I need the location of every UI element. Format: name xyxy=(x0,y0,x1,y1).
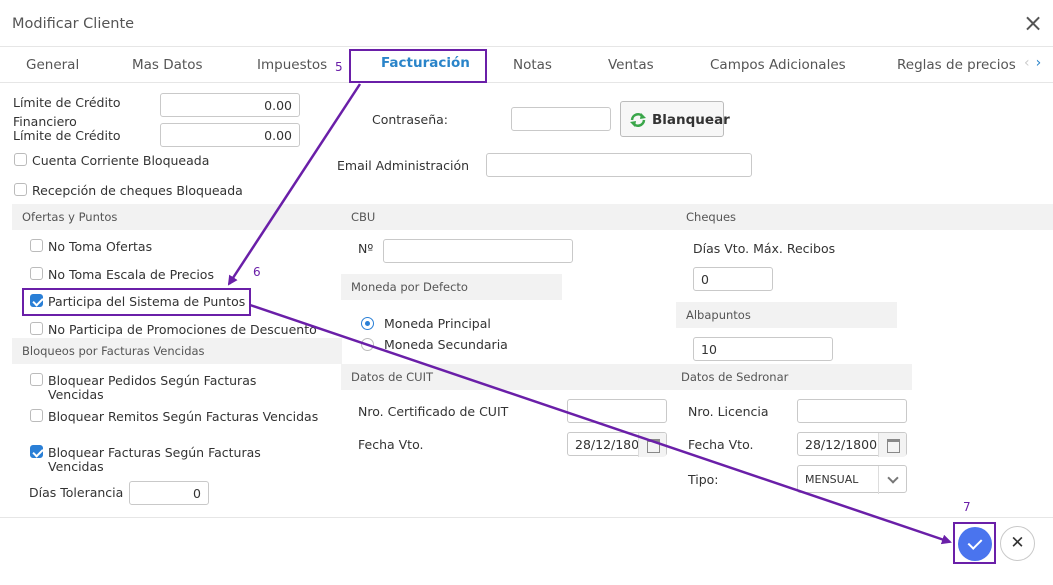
cuit-fecha-input[interactable]: 28/12/180 xyxy=(567,432,667,457)
bloquear-facturas-checkbox[interactable] xyxy=(30,445,43,458)
arrow-to-confirm xyxy=(249,303,952,545)
limite-credito-input[interactable] xyxy=(160,93,300,117)
bloquear-pedidos-label: Bloquear Pedidos Según Facturas xyxy=(48,373,257,388)
bloqueos-section-header: Bloqueos por Facturas Vencidas xyxy=(12,338,342,364)
no-toma-escala-checkbox[interactable] xyxy=(30,267,43,280)
sedronar-fecha-label: Fecha Vto. xyxy=(688,437,754,452)
password-input[interactable] xyxy=(511,107,611,131)
bloquear-remitos-label: Bloquear Remitos Según Facturas Vencidas xyxy=(48,409,319,424)
sedronar-tipo-label: Tipo: xyxy=(688,472,719,487)
albapuntos-section-header: Albapuntos xyxy=(676,302,897,328)
refresh-icon xyxy=(630,113,646,127)
tab-reglas-precios[interactable]: Reglas de precios xyxy=(897,57,1016,73)
tab-impuestos[interactable]: Impuestos xyxy=(257,57,327,73)
cuit-cert-label: Nro. Certificado de CUIT xyxy=(358,404,509,419)
no-participa-promos-label: No Participa de Promociones de Descuento xyxy=(48,322,317,337)
limite-credito-label: Límite de Crédito xyxy=(13,95,121,110)
chevron-right-icon[interactable]: › xyxy=(1036,55,1042,71)
tab-mas-datos[interactable]: Mas Datos xyxy=(132,57,203,73)
sedronar-tipo-select[interactable]: MENSUAL xyxy=(797,465,907,494)
cuit-fecha-value: 28/12/180 xyxy=(575,437,640,452)
no-toma-escala-label: No Toma Escala de Precios xyxy=(48,267,214,282)
sedronar-licencia-input[interactable] xyxy=(797,399,907,423)
email-admin-input[interactable] xyxy=(486,153,752,177)
financiero-label: Financiero xyxy=(13,114,77,129)
password-label: Contraseña: xyxy=(372,112,448,127)
calendar-icon[interactable] xyxy=(878,433,906,457)
sedronar-fecha-value: 28/12/1800 xyxy=(805,437,878,452)
annotation-step-5: 5 xyxy=(335,60,343,74)
cheques-section-header: Cheques xyxy=(676,204,1053,230)
no-toma-ofertas-label: No Toma Ofertas xyxy=(48,239,153,254)
cuenta-corriente-checkbox[interactable] xyxy=(14,153,27,166)
annotation-box-confirm xyxy=(953,522,996,564)
sedronar-section-header: Datos de Sedronar xyxy=(671,364,912,390)
cbu-nro-label: Nº xyxy=(358,241,374,256)
dias-vto-label: Días Vto. Máx. Recibos xyxy=(693,241,836,256)
tab-ventas[interactable]: Ventas xyxy=(608,57,654,73)
annotation-step-6: 6 xyxy=(253,265,261,279)
dias-tolerancia-input[interactable] xyxy=(129,481,209,505)
annotation-box-puntos xyxy=(22,288,251,316)
bloquear-facturas-label: Bloquear Facturas Según Facturas xyxy=(48,445,261,460)
moneda-principal-label: Moneda Principal xyxy=(384,316,491,331)
financiero-limite-label: Límite de Crédito xyxy=(13,128,121,143)
sedronar-fecha-input[interactable]: 28/12/1800 xyxy=(797,432,907,457)
footer-divider xyxy=(0,517,1053,518)
cbu-section-header: CBU xyxy=(341,204,676,230)
bloquear-pedidos-checkbox[interactable] xyxy=(30,373,43,386)
cuit-section-header: Datos de CUIT xyxy=(341,364,677,390)
recepcion-cheques-label: Recepción de cheques Bloqueada xyxy=(32,183,243,198)
cuenta-corriente-label: Cuenta Corriente Bloqueada xyxy=(32,153,210,168)
tab-bar: General Mas Datos Impuestos Facturación … xyxy=(0,46,1053,83)
no-toma-ofertas-checkbox[interactable] xyxy=(30,239,43,252)
sedronar-licencia-label: Nro. Licencia xyxy=(688,404,769,419)
moneda-principal-radio[interactable] xyxy=(361,317,374,330)
bloquear-facturas-label-2: Vencidas xyxy=(48,459,104,474)
cuit-fecha-label: Fecha Vto. xyxy=(358,437,424,452)
bloquear-pedidos-label-2: Vencidas xyxy=(48,387,104,402)
calendar-icon[interactable] xyxy=(638,433,666,457)
tab-notas[interactable]: Notas xyxy=(513,57,552,73)
dias-vto-input[interactable] xyxy=(693,267,773,291)
bloquear-remitos-checkbox[interactable] xyxy=(30,409,43,422)
clear-password-button[interactable]: Blanquear xyxy=(620,101,730,137)
albapuntos-input[interactable] xyxy=(693,337,833,361)
chevron-left-icon[interactable]: ‹ xyxy=(1024,55,1030,71)
moneda-section-header: Moneda por Defecto xyxy=(341,274,562,300)
cancel-button[interactable]: ✕ xyxy=(1000,526,1035,561)
chevron-down-icon xyxy=(878,466,906,494)
cuit-cert-input[interactable] xyxy=(567,399,667,423)
no-participa-promos-checkbox[interactable] xyxy=(30,322,43,335)
moneda-secundaria-radio[interactable] xyxy=(361,338,374,351)
moneda-secundaria-label: Moneda Secundaria xyxy=(384,337,508,352)
dias-tolerancia-label: Días Tolerancia xyxy=(29,485,124,500)
financiero-limite-input[interactable] xyxy=(160,123,300,147)
annotation-box-tab xyxy=(349,49,487,83)
annotation-step-7: 7 xyxy=(963,500,971,514)
tab-campos-adicionales[interactable]: Campos Adicionales xyxy=(710,57,846,73)
clear-password-label: Blanquear xyxy=(652,112,730,128)
close-icon[interactable]: × xyxy=(1022,11,1044,36)
recepcion-cheques-checkbox[interactable] xyxy=(14,183,27,196)
tab-general[interactable]: General xyxy=(26,57,79,73)
cbu-nro-input[interactable] xyxy=(383,239,573,263)
email-admin-label: Email Administración xyxy=(337,158,470,173)
sedronar-tipo-value: MENSUAL xyxy=(805,473,859,486)
ofertas-section-header: Ofertas y Puntos xyxy=(12,204,342,230)
dialog-title: Modificar Cliente xyxy=(12,16,135,32)
